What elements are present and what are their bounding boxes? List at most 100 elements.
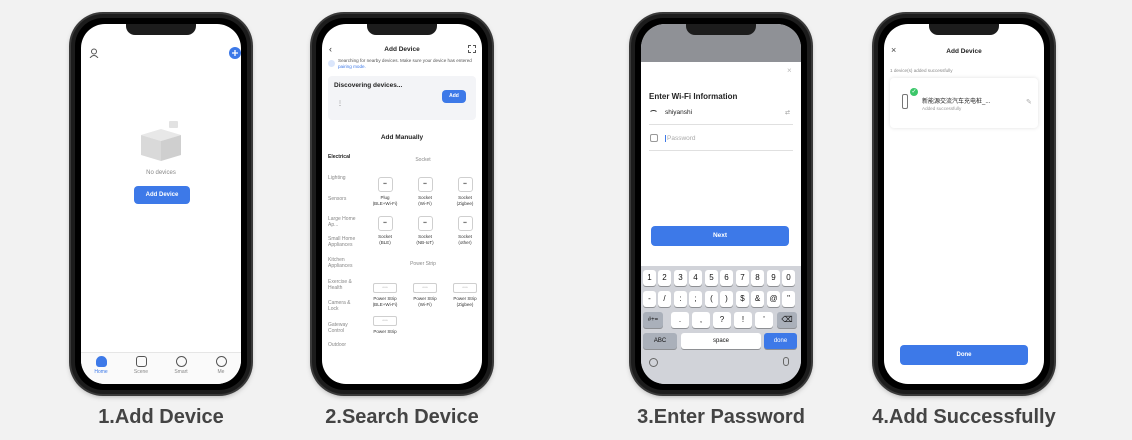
search-notice-text: Searching for nearby devices. Make sure … — [338, 58, 472, 63]
nav-scene-label: Scene — [133, 369, 149, 375]
key-6[interactable]: 6 — [720, 270, 733, 286]
phone-notch — [126, 24, 196, 35]
next-button[interactable]: Next — [651, 226, 789, 246]
lock-icon — [650, 134, 658, 142]
success-summary: 1 device(s) added successfully — [890, 68, 953, 73]
phone-step-1: No devices Add Device Home Scene Smart M… — [71, 14, 251, 394]
power-strip-icon: ▫▫▫ — [373, 316, 397, 326]
key-slash[interactable]: / — [658, 291, 671, 307]
key-at[interactable]: @ — [767, 291, 780, 307]
key-5[interactable]: 5 — [705, 270, 718, 286]
device-protocol: (BLE) — [379, 239, 391, 245]
key-close-paren[interactable]: ) — [720, 291, 733, 307]
category-gateway[interactable]: Gateway Control — [328, 322, 358, 334]
key-question[interactable]: ? — [713, 312, 731, 328]
device-socket-other[interactable]: ▪▪ Socket (other) — [445, 216, 482, 245]
category-small-home[interactable]: Small Home Appliances — [328, 236, 358, 248]
key-7[interactable]: 7 — [736, 270, 749, 286]
device-protocol: (Zigbee) — [456, 200, 474, 206]
device-name: 新能源交流汽车充电桩_... — [922, 99, 991, 105]
keyboard: 1 2 3 4 5 6 7 8 9 0 - / : ; ( ) $ & @ " … — [641, 266, 801, 384]
device-name: Socket — [458, 234, 472, 239]
phone-notch — [929, 24, 999, 35]
key-abc[interactable]: ABC — [643, 333, 677, 349]
key-period[interactable]: . — [671, 312, 689, 328]
device-name: Socket — [418, 195, 432, 200]
device-protocol: (Wi-Fi) — [418, 200, 432, 206]
nav-scene[interactable]: Scene — [126, 356, 156, 375]
device-name: Power Strip — [373, 329, 397, 334]
instruction-page: No devices Add Device Home Scene Smart M… — [0, 0, 1132, 440]
device-strip-zigbee[interactable]: ▫▫▫ Power Strip (Zigbee) — [445, 283, 482, 307]
backspace-icon[interactable]: ⌫ — [777, 312, 797, 328]
key-dash[interactable]: - — [643, 291, 656, 307]
screen-home: No devices Add Device Home Scene Smart M… — [81, 24, 241, 384]
divider — [649, 150, 793, 151]
key-comma[interactable]: , — [692, 312, 710, 328]
key-quote[interactable]: " — [782, 291, 795, 307]
device-card[interactable]: ✓ 新能源交流汽车充电桩_... Added successfully ✎ — [890, 78, 1038, 128]
scene-icon — [135, 356, 147, 367]
power-strip-icon: ▫▫▫ — [413, 283, 437, 293]
phone-notch — [686, 24, 756, 35]
key-2[interactable]: 2 — [658, 270, 671, 286]
device-strip-ble-wifi[interactable]: ▫▫▫ Power Strip (BLE+Wi-Fi) — [365, 283, 405, 307]
user-icon[interactable] — [89, 48, 99, 58]
key-semicolon[interactable]: ; — [689, 291, 702, 307]
socket-section-title: Socket — [415, 157, 431, 163]
add-device-button[interactable]: Add Device — [134, 186, 190, 204]
key-3[interactable]: 3 — [674, 270, 687, 286]
home-icon — [95, 356, 107, 367]
key-0[interactable]: 0 — [782, 270, 795, 286]
done-button[interactable]: Done — [900, 345, 1028, 365]
ssid-value[interactable]: shiyanshi — [665, 109, 692, 116]
category-kitchen[interactable]: Kitchen Appliances — [328, 257, 358, 269]
password-input[interactable]: Password — [665, 135, 696, 142]
key-4[interactable]: 4 — [689, 270, 702, 286]
discover-add-button[interactable]: Add — [442, 90, 466, 103]
nav-smart[interactable]: Smart — [166, 356, 196, 375]
device-socket-nbiot[interactable]: ▪▪ Socket (NB-IoT) — [405, 216, 445, 245]
nav-me[interactable]: Me — [206, 356, 236, 375]
nav-home[interactable]: Home — [86, 356, 116, 375]
device-socket-wifi[interactable]: ▪▪ Socket (Wi-Fi) — [405, 177, 445, 206]
category-large-home[interactable]: Large Home Ap... — [328, 216, 358, 228]
device-socket-zigbee[interactable]: ▪▪ Socket (Zigbee) — [445, 177, 482, 206]
scan-icon[interactable] — [468, 45, 476, 53]
key-done[interactable]: done — [764, 333, 797, 349]
switch-network-icon[interactable]: ⇄ — [785, 109, 790, 116]
key-colon[interactable]: : — [674, 291, 687, 307]
device-socket-ble[interactable]: ▪▪ Socket (BLE) — [365, 216, 405, 245]
phone-step-3: × Enter Wi-Fi Information shiyanshi ⇄ Pa… — [631, 14, 811, 394]
key-apostrophe[interactable]: ' — [755, 312, 773, 328]
category-lighting[interactable]: Lighting — [328, 175, 358, 181]
close-icon[interactable]: × — [787, 66, 792, 75]
device-strip-wifi[interactable]: ▫▫▫ Power Strip (Wi-Fi) — [405, 283, 445, 307]
key-8[interactable]: 8 — [751, 270, 764, 286]
info-icon — [328, 60, 335, 67]
device-plug-ble-wifi[interactable]: ▪▪ Plug (BLE+Wi-Fi) — [365, 177, 405, 206]
category-camera[interactable]: Camera & Lock — [328, 300, 358, 312]
pairing-mode-link[interactable]: pairing mode. — [338, 64, 366, 69]
category-electrical[interactable]: Electrical — [328, 154, 358, 160]
key-symbols[interactable]: #+= — [643, 312, 663, 328]
search-notice: Searching for nearby devices. Make sure … — [338, 58, 476, 69]
key-exclaim[interactable]: ! — [734, 312, 752, 328]
category-exercise[interactable]: Exercise & Health — [328, 279, 358, 291]
add-icon[interactable] — [229, 47, 241, 59]
key-1[interactable]: 1 — [643, 270, 656, 286]
edit-icon[interactable]: ✎ — [1026, 98, 1032, 106]
globe-icon[interactable] — [649, 358, 658, 367]
socket-icon: ▪▪ — [417, 216, 433, 231]
microphone-icon[interactable] — [783, 357, 789, 366]
key-dollar[interactable]: $ — [736, 291, 749, 307]
device-strip-other[interactable]: ▫▫▫ Power Strip — [365, 316, 405, 335]
screen-search: ‹ Add Device Searching for nearby device… — [322, 24, 482, 384]
category-sensors[interactable]: Sensors — [328, 196, 358, 202]
category-outdoor[interactable]: Outdoor — [328, 342, 358, 348]
key-open-paren[interactable]: ( — [705, 291, 718, 307]
key-ampersand[interactable]: & — [751, 291, 764, 307]
key-9[interactable]: 9 — [767, 270, 780, 286]
key-space[interactable]: space — [681, 333, 761, 349]
device-protocol: (BLE+Wi-Fi) — [372, 200, 398, 206]
